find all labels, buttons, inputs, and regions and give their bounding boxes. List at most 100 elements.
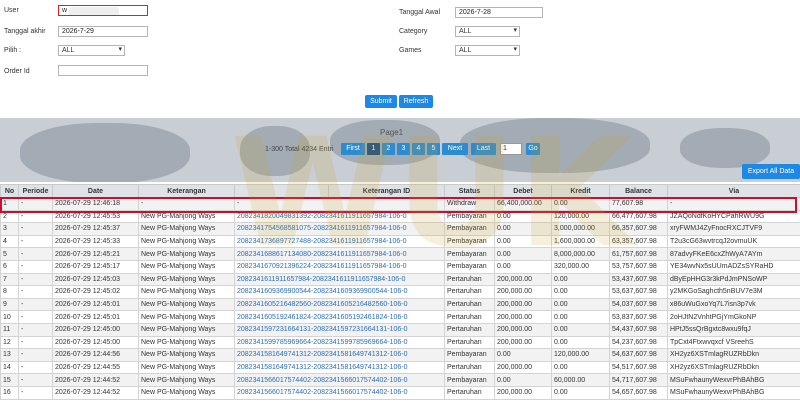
table-row[interactable]: 14-2026-07-29 12:44:55 New PG-Mahjong Way… (0, 360, 800, 375)
tanggal-awal-input[interactable]: 2026-7-28 (455, 7, 543, 18)
table-row[interactable]: 10-2026-07-29 12:45:01 New PG-Mahjong Way… (0, 310, 800, 324)
column-header[interactable]: Status (444, 184, 495, 198)
table-cell: 2082341605192461824-2082341605192461824-… (234, 310, 445, 324)
tanggal-akhir-label: Tanggal akhir (4, 28, 46, 35)
table-cell: 10 (0, 310, 19, 324)
table-cell: New PG-Mahjong Ways (138, 322, 235, 337)
column-header[interactable]: Keterangan (138, 184, 235, 198)
column-header[interactable] (234, 184, 329, 198)
order-id-input[interactable] (58, 65, 148, 76)
page-number-input[interactable]: 1 (500, 143, 522, 155)
table-row[interactable]: 15-2026-07-29 12:44:52 New PG-Mahjong Way… (0, 373, 800, 387)
table-cell: 53,837,607.98 (609, 310, 668, 324)
table-row[interactable]: 16-2026-07-29 12:44:52 New PG-Mahjong Way… (0, 385, 800, 400)
column-header[interactable]: Keterangan ID (328, 184, 445, 198)
export-all-button[interactable]: Export All Data (742, 164, 800, 179)
table-row[interactable]: 8-2026-07-29 12:45:02 New PG-Mahjong Ways… (0, 285, 800, 299)
table-cell: 0.00 (551, 297, 610, 312)
table-cell: 320,000.00 (551, 259, 610, 274)
table-cell: 2082341566017574402-2082341566017574402-… (234, 373, 445, 387)
table-cell: - (18, 209, 53, 224)
table-row[interactable]: 5-2026-07-29 12:45:21 New PG-Mahjong Ways… (0, 247, 800, 261)
table-cell: HPtJ5ssQrBgxtc8wxu9fqJ (667, 322, 800, 337)
table-row[interactable]: 7-2026-07-29 12:45:03 New PG-Mahjong Ways… (0, 272, 800, 287)
table-row[interactable]: 12-2026-07-29 12:45:00 New PG-Mahjong Way… (0, 335, 800, 350)
games-select[interactable]: ALL ▾ (455, 45, 520, 56)
column-header[interactable]: Debet (494, 184, 552, 198)
table-cell: 2026-07-29 12:45:21 (52, 247, 139, 261)
table-cell: 1 (0, 197, 19, 211)
pager-page-2[interactable]: 2 (382, 143, 395, 155)
table-cell: Pembayaran (444, 222, 495, 236)
table-row[interactable]: 4-2026-07-29 12:45:33 New PG-Mahjong Ways… (0, 234, 800, 249)
table-cell: Pertaruhan (444, 385, 495, 400)
table-cell: - (18, 247, 53, 261)
table-cell: - (18, 222, 53, 236)
table-cell: 4 (0, 234, 19, 249)
games-select-value: ALL (459, 47, 472, 54)
table-cell: 61,757,607.98 (609, 247, 668, 261)
table-cell: New PG-Mahjong Ways (138, 297, 235, 312)
pager-page-5[interactable]: 5 (427, 143, 440, 155)
table-cell: 66,477,607.98 (609, 209, 668, 224)
column-header[interactable]: No (0, 184, 19, 198)
refresh-button[interactable]: Refresh (399, 95, 433, 108)
column-header[interactable]: Periode (18, 184, 53, 198)
table-cell: XH2yz6XSTmlagRUZRbDkn (667, 360, 800, 375)
pager-first-button[interactable]: First (341, 143, 365, 155)
map-continent (680, 128, 770, 168)
table-cell: 2082341605216482560-2082341605216482560-… (234, 297, 445, 312)
table-row[interactable]: 11-2026-07-29 12:45:00 New PG-Mahjong Way… (0, 322, 800, 337)
table-cell: 1,600,000.00 (551, 234, 610, 249)
pager-go-button[interactable]: Go (526, 143, 540, 155)
table-cell: - (138, 197, 235, 211)
pager-page-4[interactable]: 4 (412, 143, 425, 155)
table-cell: New PG-Mahjong Ways (138, 310, 235, 324)
table-row[interactable]: 2-2026-07-29 12:45:53 New PG-Mahjong Ways… (0, 209, 800, 224)
table-row[interactable]: 3-2026-07-29 12:45:37 New PG-Mahjong Ways… (0, 222, 800, 236)
table-cell: 2082341597231664131-2082341597231664131-… (234, 322, 445, 337)
table-cell: Pertaruhan (444, 360, 495, 375)
table-row[interactable]: 13-2026-07-29 12:44:56 New PG-Mahjong Way… (0, 348, 800, 362)
user-input-value: w (62, 7, 68, 14)
table-cell: - (18, 335, 53, 350)
category-label: Category (399, 28, 428, 35)
pager-next-button[interactable]: Next (442, 143, 468, 155)
table-row[interactable]: 9-2026-07-29 12:45:01 New PG-Mahjong Ways… (0, 297, 800, 312)
table-cell: 2026-07-29 12:44:52 (52, 385, 139, 400)
table-row[interactable]: 1-2026-07-29 12:46:18- - Withdraw 66,400,00… (0, 197, 800, 211)
table-cell: 54,437,607.98 (609, 322, 668, 337)
table-cell: TpCxt4Ftxwvqxcf VSreehS (667, 335, 800, 350)
chevron-down-icon: ▾ (513, 27, 517, 34)
table-cell: 2026-07-29 12:44:55 (52, 360, 139, 375)
column-header[interactable]: Via (667, 184, 800, 198)
table-cell: Pembayaran (444, 234, 495, 249)
table-body: 1-2026-07-29 12:46:18- - Withdraw 66,400,00… (0, 197, 800, 400)
column-header[interactable]: Date (52, 184, 139, 198)
category-select[interactable]: ALL ▾ (455, 26, 520, 37)
table-cell: 0.00 (551, 385, 610, 400)
user-input[interactable]: w (58, 5, 148, 16)
table-cell: 2026-07-29 12:45:02 (52, 285, 139, 299)
table-cell: Pembayaran (444, 247, 495, 261)
table-row[interactable]: 6-2026-07-29 12:45:17 New PG-Mahjong Ways… (0, 259, 800, 274)
chevron-down-icon: ▾ (118, 46, 122, 53)
table-cell: New PG-Mahjong Ways (138, 209, 235, 224)
table-cell: 120,000.00 (551, 209, 610, 224)
submit-button[interactable]: Submit (365, 95, 397, 108)
table-cell: MSuFwhaunyWexvrPhBAhBG (667, 373, 800, 387)
column-header[interactable]: Kredit (551, 184, 610, 198)
pilih-select[interactable]: ALL ▾ (58, 45, 125, 56)
table-cell: 8,000,000.00 (551, 247, 610, 261)
table-cell: - (234, 197, 445, 211)
tanggal-akhir-input[interactable]: 2026-7-29 (58, 26, 148, 37)
pager-page-1[interactable]: 1 (367, 143, 380, 155)
table-cell: - (18, 373, 53, 387)
table-cell: 2026-07-29 12:45:00 (52, 322, 139, 337)
column-header[interactable]: Balance (609, 184, 668, 198)
table-cell: 0.00 (494, 259, 552, 274)
pager-page-3[interactable]: 3 (397, 143, 410, 155)
pager-last-button[interactable]: Last (471, 143, 496, 155)
table-cell: 0.00 (551, 310, 610, 324)
table-cell: - (18, 348, 53, 362)
